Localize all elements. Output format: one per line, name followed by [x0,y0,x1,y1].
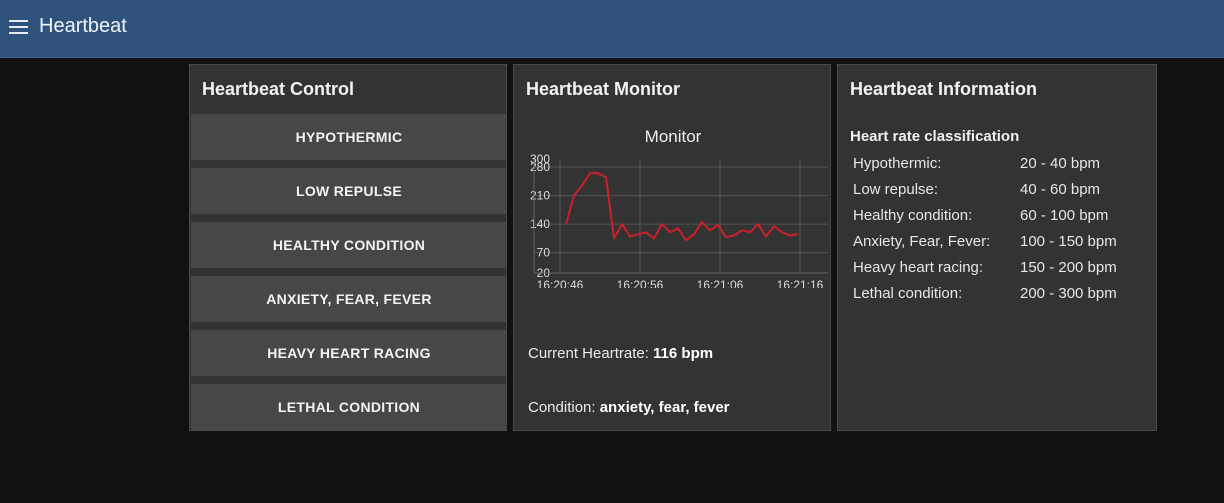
classification-row: Hypothermic: 20 - 40 bpm [853,155,1153,177]
classification-range: 40 - 60 bpm [1020,181,1101,198]
condition-status: Condition: anxiety, fear, fever [528,399,730,416]
x-tick-label: 16:21:06 [697,278,744,288]
classification-label: Low repulse: [853,181,939,198]
x-tick-label: 16:21:16 [777,278,824,288]
card-title: Heartbeat Monitor [526,79,681,99]
current-heartrate-label: Current Heartrate: [528,345,654,362]
y-tick-label: 210 [530,189,550,203]
x-tick-label: 16:20:56 [617,278,664,288]
classification-range: 200 - 300 bpm [1020,285,1117,302]
classification-label: Healthy condition: [853,207,973,224]
classification-range: 20 - 40 bpm [1020,155,1101,172]
classification-range: 150 - 200 bpm [1020,259,1117,276]
current-heartrate-value: 116 bpm [653,345,714,362]
card-title: Heartbeat Information [850,79,1038,99]
classification-label: Heavy heart racing: [853,259,984,276]
heartbeat-monitor-card: Heartbeat Monitor Monitor 16:20:46 16:20:… [513,64,831,431]
classification-row: Healthy condition: 60 - 100 bpm [853,207,1153,229]
y-tick-label: 300 [530,153,550,166]
classification-row: Anxiety, Fear, Fever: 100 - 150 bpm [853,233,1153,255]
current-heartrate: Current Heartrate: 116 bpm [528,345,713,362]
top-bar: Heartbeat [0,0,1224,58]
classification-label: Lethal condition: [853,285,963,302]
condition-value: anxiety, fear, fever [599,399,730,416]
classification-row: Heavy heart racing: 150 - 200 bpm [853,259,1153,281]
y-tick-label: 140 [530,217,550,231]
anxiety-fear-fever-button[interactable]: ANXIETY, FEAR, FEVER [191,276,507,322]
app-title: Heartbeat [39,15,127,37]
classification-row: Low repulse: 40 - 60 bpm [853,181,1153,203]
healthy-condition-button[interactable]: HEALTHY CONDITION [191,222,507,268]
classification-range: 100 - 150 bpm [1020,233,1117,250]
lethal-condition-button[interactable]: LETHAL CONDITION [191,384,507,430]
condition-label: Condition: [528,399,600,416]
hamburger-menu-icon[interactable] [8,18,30,36]
y-tick-label: 70 [537,246,551,260]
heartbeat-information-card: Heartbeat Information Heart rate classif… [837,64,1157,431]
classification-label: Anxiety, Fear, Fever: [853,233,991,250]
heartrate-series-line [565,172,799,242]
heartbeat-control-card: Heartbeat Control HYPOTHERMIC LOW REPULS… [189,64,507,431]
chart-title: Monitor [644,127,702,146]
classification-heading: Heart rate classification [850,128,1020,145]
hypothermic-button[interactable]: HYPOTHERMIC [191,114,507,160]
classification-range: 60 - 100 bpm [1020,207,1109,224]
heavy-heart-racing-button[interactable]: HEAVY HEART RACING [191,330,507,376]
heartrate-line-chart: 16:20:46 16:20:56 16:21:06 16:21:1620701402… [530,153,828,288]
classification-row: Lethal condition: 200 - 300 bpm [853,285,1153,307]
classification-label: Hypothermic: [853,155,942,172]
card-title: Heartbeat Control [202,79,355,99]
low-repulse-button[interactable]: LOW REPULSE [191,168,507,214]
